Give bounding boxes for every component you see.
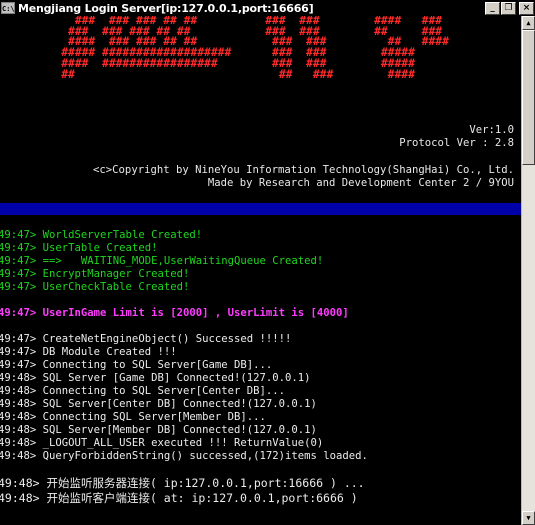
log-line: 49:47> UserTable Created!	[0, 242, 158, 254]
console-output[interactable]: ### ### ### ## ## ### ### #### ### ### #…	[0, 16, 521, 525]
made-by-text: Made by Research and Development Center …	[207, 177, 514, 189]
logo-line: ## ## ### ####	[0, 67, 415, 81]
log-line: 49:48> _LOGOUT_ALL_USER executed !!! Ret…	[0, 437, 324, 449]
scroll-up-arrow-icon[interactable]: ▲	[522, 16, 535, 30]
log-line: 49:48> SQL Server[Member DB] Connected!(…	[0, 424, 317, 436]
log-line: 49:48> QueryForbiddenString() successed,…	[0, 450, 368, 462]
log-line: 49:47> UserCheckTable Created!	[0, 281, 190, 293]
close-button[interactable]: ×	[519, 1, 534, 15]
separator-bar	[0, 203, 521, 215]
window-title-bar[interactable]: C:\ Mengjiang Login Server[ip:127.0.0.1,…	[0, 0, 535, 16]
log-line: 49:48> Connecting to SQL Server[Center D…	[0, 385, 286, 397]
minimize-button[interactable]: _	[485, 1, 500, 15]
version-text: Ver:1.0	[469, 124, 514, 136]
console-app-icon[interactable]: C:\	[1, 2, 15, 14]
log-line: 49:47> Connecting to SQL Server[Game DB]…	[0, 359, 273, 371]
log-line-listen-server: 49:48> 开始监听服务器连接( ip:127.0.0.1,port:1666…	[0, 476, 365, 490]
ascii-logo: ### ### ### ## ## ### ### #### ### ### #…	[0, 16, 521, 80]
log-line: 49:47> CreateNetEngineObject() Successed…	[0, 333, 292, 345]
log-line: 49:47> WorldServerTable Created!	[0, 229, 203, 241]
scroll-down-arrow-icon[interactable]: ▼	[522, 511, 535, 525]
restore-button[interactable]: ❐	[501, 1, 516, 15]
vertical-scrollbar[interactable]: ▲ ▼	[521, 16, 535, 525]
scrollbar-thumb[interactable]	[522, 30, 535, 165]
log-line-listen-client: 49:48> 开始监听客户端连接( at: ip:127.0.0.1,port:…	[0, 491, 358, 505]
log-line: 49:47> EncryptManager Created!	[0, 268, 190, 280]
log-line: 49:48> Connecting SQL Server[Member DB].…	[0, 411, 266, 423]
log-line: 49:48> SQL Server [Game DB] Connected!(1…	[0, 372, 311, 384]
copyright-text: <c>Copyright by NineYou Information Tech…	[93, 164, 514, 176]
log-line: 49:47> ==> WAITING_MODE,UserWaitingQueue…	[0, 255, 324, 267]
protocol-version-text: Protocol Ver : 2.8	[399, 137, 514, 149]
log-line: 49:48> SQL Server[Center DB] Connected!(…	[0, 398, 317, 410]
user-limit-line: 49:47> UserInGame Limit is [2000] , User…	[0, 307, 349, 319]
log-line: 49:47> DB Module Created !!!	[0, 346, 177, 358]
window-title: Mengjiang Login Server[ip:127.0.0.1,port…	[18, 1, 314, 15]
